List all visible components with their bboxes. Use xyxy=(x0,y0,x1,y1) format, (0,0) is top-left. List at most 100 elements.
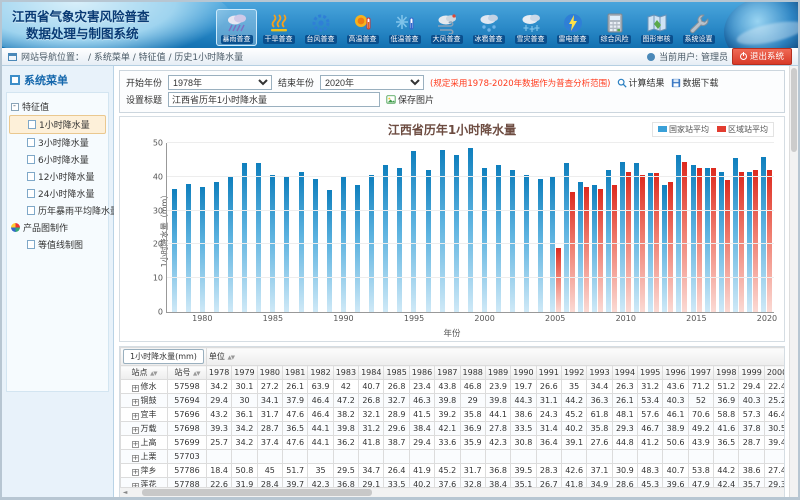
tree-leaf-0-0[interactable]: 1小时降水量 xyxy=(9,115,106,134)
year-column-header[interactable]: 1987 xyxy=(435,366,460,380)
toolbar-item-label: 冰雹普查 xyxy=(473,35,505,44)
bar-group-2001 xyxy=(492,143,506,312)
expand-icon[interactable]: + xyxy=(132,441,139,448)
year-column-header[interactable]: 1994 xyxy=(612,366,637,380)
value-cell xyxy=(409,450,434,464)
year-column-header[interactable]: 1986 xyxy=(409,366,434,380)
measure-button[interactable]: 1小时降水量(mm) xyxy=(121,348,207,366)
vertical-scrollbar-thumb[interactable] xyxy=(791,68,797,152)
tree-node-1[interactable]: 产品图制作 xyxy=(9,219,106,236)
tree-node-0[interactable]: 特征值 xyxy=(9,98,106,115)
chart-legend[interactable]: 国家站平均区域站平均 xyxy=(652,122,774,137)
scroll-left-arrow[interactable]: ◄ xyxy=(120,489,130,496)
tree-leaf-0-4[interactable]: 24小时降水量 xyxy=(9,185,106,202)
chart-title-input[interactable] xyxy=(168,92,380,107)
year-column-header[interactable]: 1983 xyxy=(333,366,358,380)
unit-header[interactable]: 单位 ▲▼ xyxy=(206,348,785,366)
toolbar-item-high-temp[interactable]: 高温普查 xyxy=(342,9,383,46)
value-cell xyxy=(308,450,333,464)
toolbar-item-lightning[interactable]: 雷电普查 xyxy=(552,9,593,46)
tree-leaf-0-2[interactable]: 6小时降水量 xyxy=(9,151,106,168)
table-row[interactable]: +萍乡5778618.450.84551.73529.534.726.441.9… xyxy=(121,464,786,478)
expand-icon[interactable]: + xyxy=(132,427,139,434)
composite-risk-icon xyxy=(601,11,629,35)
year-column-header[interactable]: 1999 xyxy=(739,366,764,380)
year-column-header[interactable]: 1996 xyxy=(663,366,688,380)
toolbar-item-composite-risk[interactable]: 综合风险 xyxy=(594,9,635,46)
station-id-column-header[interactable]: 站号 ▲▼ xyxy=(168,366,207,380)
value-cell: 44.8 xyxy=(612,436,637,450)
image-icon xyxy=(386,94,396,105)
station-column-header[interactable]: 站点 ▲▼ xyxy=(121,366,168,380)
vertical-scrollbar[interactable] xyxy=(789,66,798,498)
calculate-button[interactable]: 计算结果 xyxy=(617,76,665,89)
value-cell: 45.2 xyxy=(561,408,586,422)
year-column-header[interactable]: 1995 xyxy=(638,366,663,380)
toolbar-item-gale[interactable]: 大风普查 xyxy=(426,9,467,46)
table-row[interactable]: +修水5759834.230.127.226.163.94240.726.823… xyxy=(121,380,786,394)
toolbar-item-low-temp[interactable]: 低温普查 xyxy=(384,9,425,46)
toolbar-item-snow[interactable]: 雪灾普查 xyxy=(510,9,551,46)
end-year-select[interactable]: 2020年 xyxy=(320,75,424,90)
value-cell xyxy=(536,450,561,464)
year-column-header[interactable]: 1993 xyxy=(587,366,612,380)
toolbar-item-drought[interactable]: 干旱普查 xyxy=(258,9,299,46)
tree-leaf-0-3[interactable]: 12小时降水量 xyxy=(9,168,106,185)
tree-leaf-1-0[interactable]: 等值线制图 xyxy=(9,236,106,253)
table-row[interactable]: +上高5769925.734.237.447.644.136.241.838.7… xyxy=(121,436,786,450)
year-column-header[interactable]: 1992 xyxy=(561,366,586,380)
year-column-header[interactable]: 1997 xyxy=(688,366,713,380)
value-cell: 34.4 xyxy=(587,380,612,394)
value-cell xyxy=(384,450,409,464)
expand-icon[interactable]: + xyxy=(132,399,139,406)
table-row[interactable]: +铜鼓5769429.43034.137.946.447.226.832.746… xyxy=(121,394,786,408)
year-column-header[interactable]: 1985 xyxy=(384,366,409,380)
y-tick-label: 0 xyxy=(158,308,167,317)
expand-icon[interactable]: + xyxy=(132,385,139,392)
download-button[interactable]: 数据下载 xyxy=(671,76,719,89)
year-column-header[interactable]: 1998 xyxy=(714,366,739,380)
value-cell: 18.4 xyxy=(206,464,231,478)
year-column-header[interactable]: 1979 xyxy=(232,366,257,380)
toolbar-item-map-review[interactable]: 图形审核 xyxy=(636,9,677,46)
year-column-header[interactable]: 1982 xyxy=(308,366,333,380)
bar-group-1981 xyxy=(209,143,223,312)
value-cell: 45 xyxy=(257,464,282,478)
start-year-select[interactable]: 1978年 xyxy=(168,75,272,90)
value-cell: 34.2 xyxy=(206,380,231,394)
expand-icon[interactable]: + xyxy=(132,469,139,476)
expand-icon[interactable]: + xyxy=(132,497,139,498)
table-row[interactable]: +万载5769839.334.228.736.544.139.831.229.6… xyxy=(121,422,786,436)
year-column-header[interactable]: 1988 xyxy=(460,366,485,380)
toolbar-item-settings[interactable]: 系统设置 xyxy=(678,9,719,46)
expand-icon[interactable]: + xyxy=(132,413,139,420)
year-column-header[interactable]: 1980 xyxy=(257,366,282,380)
year-column-header[interactable]: 1991 xyxy=(536,366,561,380)
toolbar-item-label: 综合风险 xyxy=(599,35,631,44)
table-row[interactable]: +宜丰5769643.236.131.747.646.438.232.128.9… xyxy=(121,408,786,422)
value-cell: 39.1 xyxy=(561,436,586,450)
year-column-header[interactable]: 2000 xyxy=(764,366,785,380)
toolbar-item-typhoon[interactable]: 台风普查 xyxy=(300,9,341,46)
scrollbar-thumb[interactable] xyxy=(142,489,372,496)
rainstorm-icon xyxy=(223,11,251,35)
bar-group-2016 xyxy=(703,143,717,312)
year-column-header[interactable]: 1981 xyxy=(283,366,308,380)
tree-leaf-0-1[interactable]: 3小时降水量 xyxy=(9,134,106,151)
value-cell: 35.9 xyxy=(460,436,485,450)
year-column-header[interactable]: 1978 xyxy=(206,366,231,380)
table-row[interactable]: +上栗5770341.335.6 xyxy=(121,450,786,464)
year-column-header[interactable]: 1984 xyxy=(359,366,384,380)
expand-icon[interactable]: + xyxy=(132,455,139,462)
logout-button[interactable]: 退出系统 xyxy=(732,48,792,65)
horizontal-scrollbar[interactable]: ◄ xyxy=(120,487,784,497)
tree-leaf-0-5[interactable]: 历年暴雨平均降水量 xyxy=(9,202,106,219)
national-station-bar-1982 xyxy=(228,177,233,312)
year-column-header[interactable]: 1990 xyxy=(511,366,536,380)
year-column-header[interactable]: 1989 xyxy=(485,366,510,380)
range-notice: (规定采用1978-2020年数据作为普查分析范围) xyxy=(430,77,610,89)
bar-group-1989 xyxy=(322,143,336,312)
toolbar-item-rainstorm[interactable]: 暴雨普查 xyxy=(216,9,257,46)
toolbar-item-hail[interactable]: 冰雹普查 xyxy=(468,9,509,46)
save-image-button[interactable]: 保存图片 xyxy=(386,93,434,106)
